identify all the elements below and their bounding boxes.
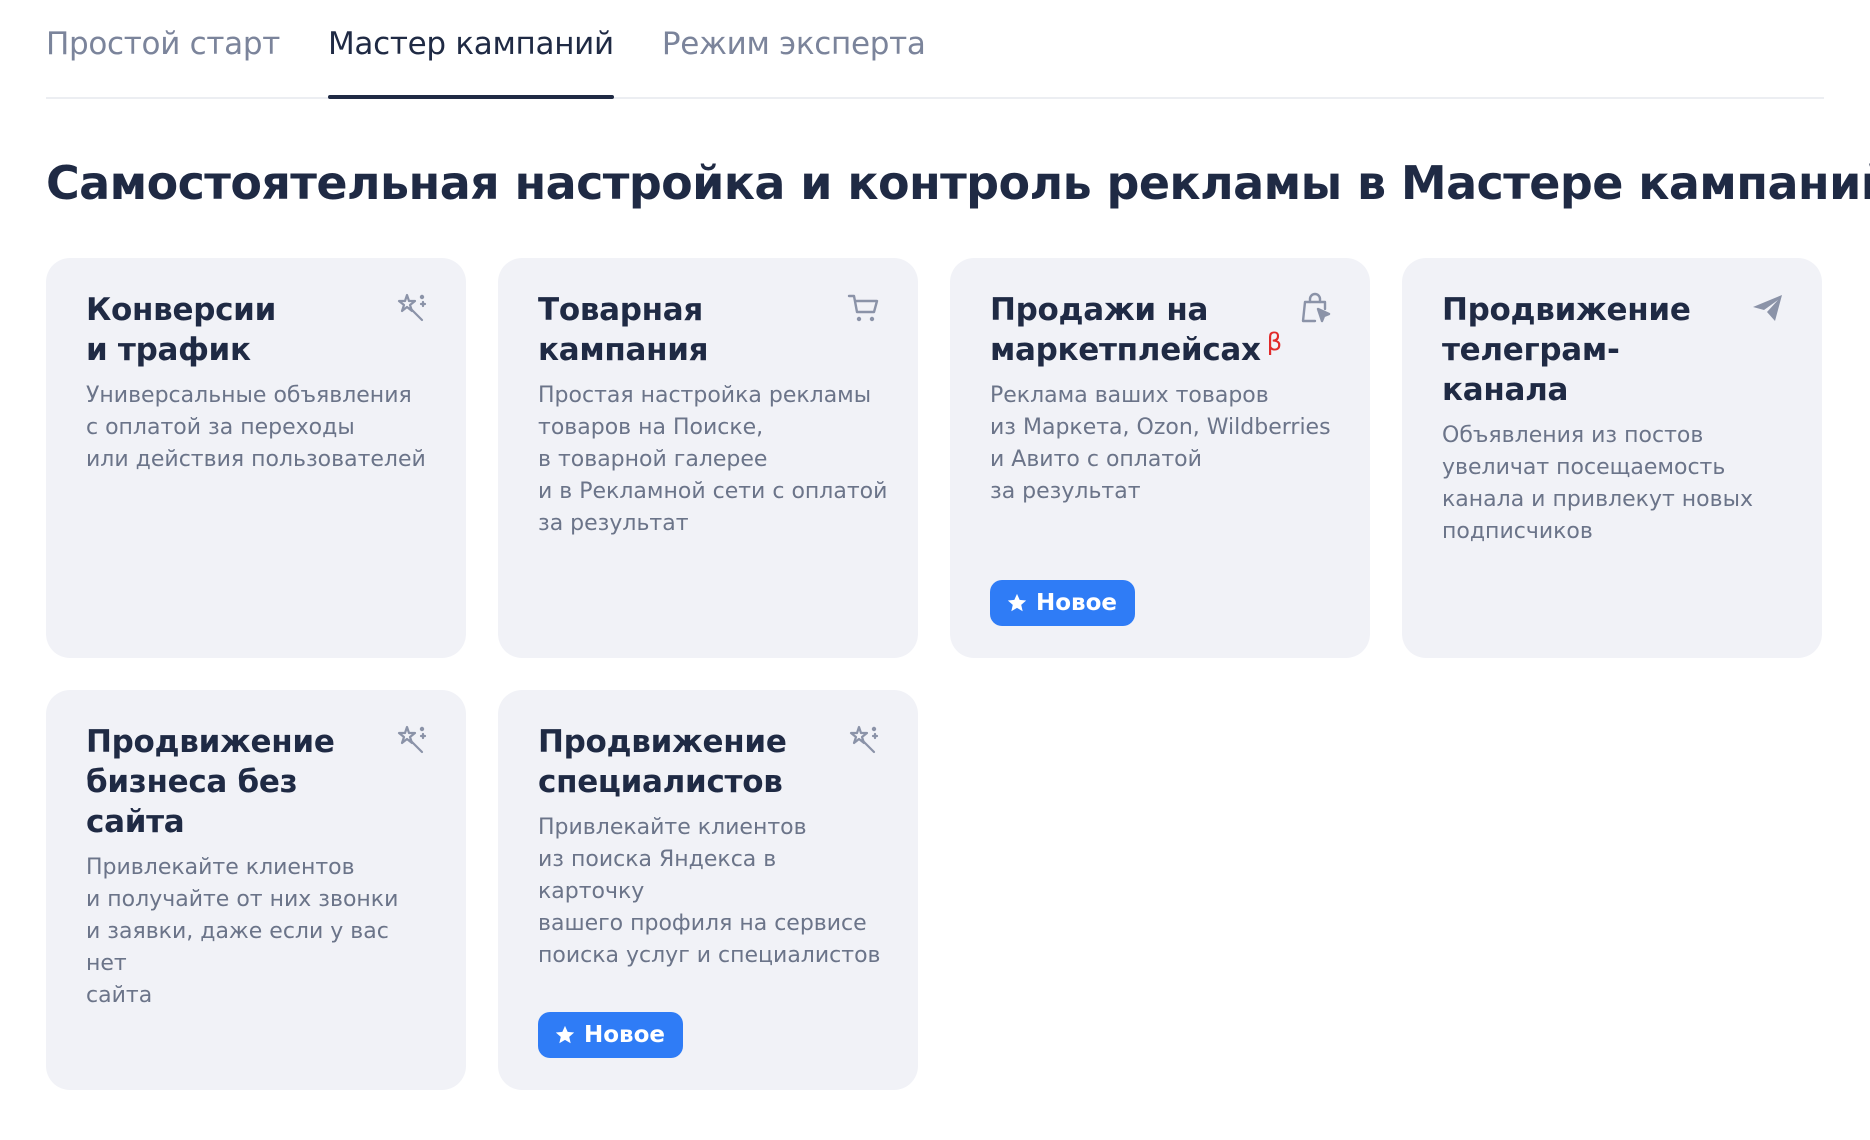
card-title: Продажи на маркетплейсах β — [990, 292, 1282, 368]
star-icon — [555, 1025, 575, 1044]
badge-label: Новое — [1036, 590, 1118, 616]
magic-wand-icon — [394, 722, 430, 758]
magic-wand-icon — [846, 722, 882, 758]
badge-label: Новое — [584, 1022, 666, 1048]
tab-expert-mode[interactable]: Режим эксперта — [662, 0, 926, 97]
card-telegram-promotion[interactable]: Продвижение телеграм-канала Объявления и… — [1402, 258, 1822, 658]
page: Простой старт Мастер кампаний Режим эксп… — [0, 0, 1870, 1140]
card-title: Продвижение специалистов — [538, 724, 787, 800]
card-title: Продвижение телеграм-канала — [1442, 292, 1691, 408]
card-product-campaign[interactable]: Товарная кампания Простая настройка рекл… — [498, 258, 918, 658]
new-badge: Новое — [990, 580, 1136, 626]
card-title: Товарная кампания — [538, 292, 709, 368]
card-title: Конверсии и трафик — [86, 292, 277, 368]
card-description: Привлекайте клиентов и получайте от них … — [86, 855, 399, 1008]
tab-simple-start[interactable]: Простой старт — [46, 0, 280, 97]
card-description: Привлекайте клиентов из поиска Яндекса в… — [538, 815, 881, 968]
shopping-bag-cursor-icon — [1298, 290, 1334, 326]
card-specialists-promotion[interactable]: Продвижение специалистов Привлекайте кли… — [498, 690, 918, 1090]
card-title: Продвижение бизнеса без сайта — [86, 724, 335, 840]
card-business-without-site[interactable]: Продвижение бизнеса без сайта Привлекайт… — [46, 690, 466, 1090]
card-description: Универсальные объявления с оплатой за пе… — [86, 383, 426, 472]
card-description: Простая настройка рекламы товаров на Пои… — [538, 383, 888, 536]
campaign-mode-tabs: Простой старт Мастер кампаний Режим эксп… — [46, 0, 1824, 99]
magic-wand-icon — [394, 290, 430, 326]
card-description: Объявления из постов увеличат посещаемос… — [1442, 423, 1753, 544]
tab-campaign-master[interactable]: Мастер кампаний — [327, 0, 614, 99]
cart-icon — [846, 290, 882, 326]
new-badge: Новое — [538, 1012, 684, 1058]
card-description: Реклама ваших товаров из Маркета, Ozon, … — [990, 383, 1331, 504]
card-conversions-traffic[interactable]: Конверсии и трафик Универсальные объявле… — [46, 258, 466, 658]
card-marketplace-sales[interactable]: Продажи на маркетплейсах β Реклама ваших … — [950, 258, 1370, 658]
beta-label: β — [1266, 328, 1282, 356]
star-icon — [1007, 593, 1027, 612]
page-title: Самостоятельная настройка и контроль рек… — [46, 156, 1870, 210]
paper-plane-icon — [1750, 290, 1786, 326]
